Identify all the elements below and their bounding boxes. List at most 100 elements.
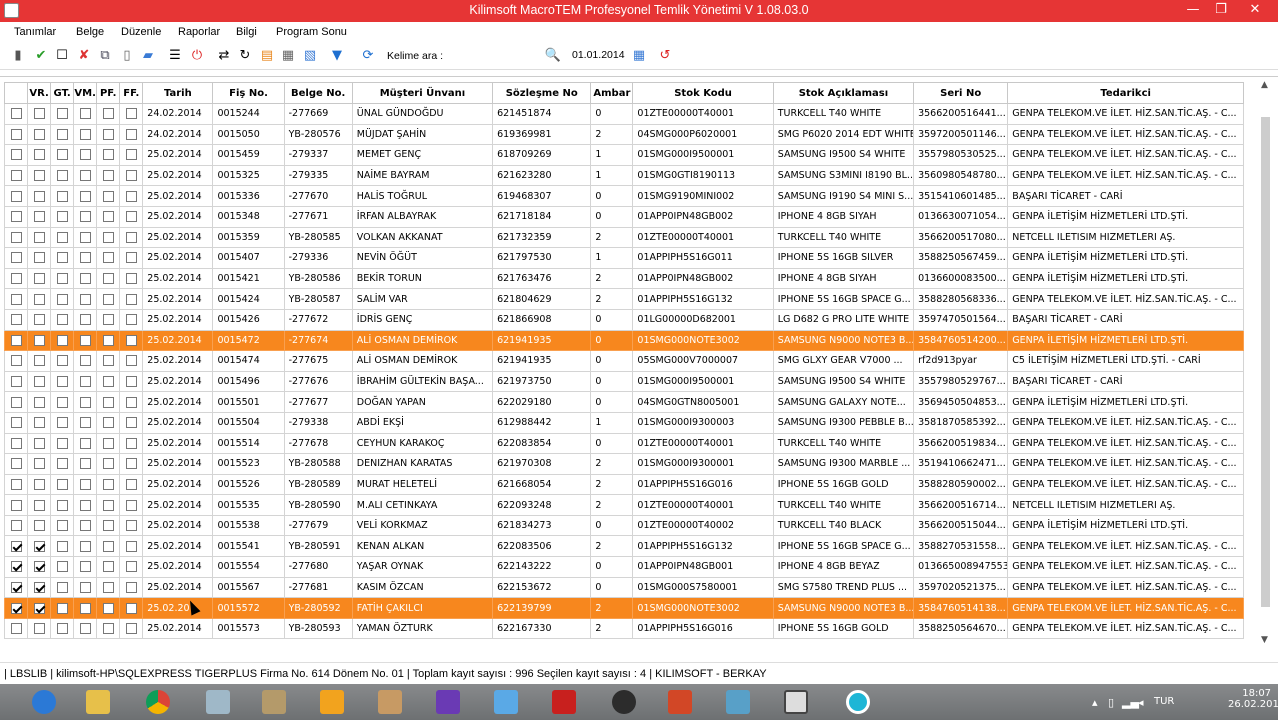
table-cell[interactable]: 0: [590, 556, 634, 578]
table-cell[interactable]: 2: [590, 473, 634, 496]
table-cell[interactable]: 0015572: [212, 597, 285, 619]
row-checkbox[interactable]: [79, 561, 91, 573]
table-row[interactable]: 25.02.2014 0015424 YB-280587 SALİM VAR 62180…: [3, 288, 1244, 310]
row-checkbox[interactable]: [79, 581, 91, 593]
table-cell[interactable]: 3597200501146...: [913, 123, 1009, 146]
row-checkbox[interactable]: [125, 293, 137, 305]
row-checkbox[interactable]: [125, 128, 137, 140]
table-cell[interactable]: -277674: [283, 329, 353, 352]
table-cell[interactable]: 25.02.2014: [142, 617, 214, 640]
table-cell[interactable]: -277680: [283, 556, 353, 578]
row-checkbox[interactable]: [125, 499, 137, 511]
scroll-thumb[interactable]: [1261, 117, 1270, 607]
table-row[interactable]: 25.02.2014 0015554 -277680 YAŞAR OYNAK 62214…: [3, 556, 1244, 578]
row-checkbox[interactable]: [56, 190, 68, 202]
row-checkbox[interactable]: [79, 252, 91, 264]
row-checkbox[interactable]: [33, 128, 45, 140]
row-checkbox[interactable]: [102, 540, 114, 552]
row-checkbox[interactable]: [79, 540, 91, 552]
transfer-icon[interactable]: ⇄: [216, 48, 232, 64]
row-checkbox[interactable]: [33, 478, 45, 490]
table-cell[interactable]: GENPA TELEKOM.VE İLET. HİZ.SAN.TİC.AŞ. -…: [1007, 617, 1244, 640]
row-checkbox[interactable]: [56, 149, 68, 161]
column-header[interactable]: Stok Açıklaması: [772, 82, 915, 104]
column-header[interactable]: Stok Kodu: [632, 82, 774, 104]
table-row[interactable]: 25.02.2014 0015359 YB-280585 VOLKAN AKKANAT…: [3, 226, 1244, 249]
row-checkbox[interactable]: [56, 231, 68, 243]
table-cell[interactable]: 0015504: [212, 411, 285, 434]
row-checkbox[interactable]: [125, 170, 137, 182]
table-cell[interactable]: 0015472: [212, 329, 285, 352]
row-checkbox[interactable]: [102, 108, 114, 120]
row-checkbox[interactable]: [56, 108, 68, 120]
table-cell[interactable]: TURKCELL T40 WHITE: [772, 494, 915, 516]
table-cell[interactable]: 612988442: [492, 411, 592, 434]
table-cell[interactable]: VOLKAN AKKANAT: [351, 226, 494, 249]
row-checkbox[interactable]: [125, 396, 137, 408]
row-checkbox[interactable]: [125, 561, 137, 573]
table-cell[interactable]: 0: [590, 432, 634, 455]
row-checkbox[interactable]: [79, 376, 91, 388]
table-cell[interactable]: 0015501: [212, 391, 285, 413]
table-cell[interactable]: 622083854: [492, 432, 592, 455]
row-checkbox[interactable]: [56, 355, 68, 367]
row-checkbox[interactable]: [56, 478, 68, 490]
menu-bilgi[interactable]: Bilgi: [236, 26, 257, 38]
row-checkbox[interactable]: [79, 334, 91, 346]
row-checkbox[interactable]: [102, 190, 114, 202]
row-checkbox[interactable]: [125, 190, 137, 202]
row-checkbox[interactable]: [79, 273, 91, 285]
table-cell[interactable]: SAMSUNG S3MINI I8190 BL...: [772, 164, 915, 187]
close-icon[interactable]: ✕: [1242, 1, 1268, 19]
menu-belge[interactable]: Belge: [76, 26, 104, 38]
table-cell[interactable]: -279338: [283, 411, 353, 434]
row-checkbox[interactable]: [125, 581, 137, 593]
table-cell[interactable]: 0: [590, 205, 634, 228]
table-cell[interactable]: YB-280591: [283, 535, 353, 558]
table-cell[interactable]: 621732359: [492, 226, 592, 249]
table-cell[interactable]: SAMSUNG I9300 MARBLE ...: [772, 453, 915, 475]
table-cell[interactable]: 0015359: [212, 226, 285, 249]
table-cell[interactable]: GENPA TELEKOM.VE İLET. HİZ.SAN.TİC.AŞ. -…: [1007, 103, 1244, 125]
row-checkbox[interactable]: [10, 149, 22, 161]
table-cell[interactable]: IPHONE 5S 16GB SPACE G...: [772, 535, 915, 558]
table-cell[interactable]: 3569450504853...: [913, 391, 1009, 413]
row-checkbox[interactable]: [33, 581, 45, 593]
row-checkbox[interactable]: [102, 211, 114, 223]
date-field[interactable]: 01.01.2014: [572, 47, 628, 66]
table-cell[interactable]: 621941935: [492, 350, 592, 372]
row-checkbox[interactable]: [102, 170, 114, 182]
table-cell[interactable]: 01LG00000D682001: [632, 308, 774, 331]
window-icon[interactable]: [772, 686, 820, 718]
row-checkbox[interactable]: [33, 437, 45, 449]
table-cell[interactable]: -277672: [283, 308, 353, 331]
row-checkbox[interactable]: [33, 540, 45, 552]
table-cell[interactable]: GENPA TELEKOM.VE İLET. HİZ.SAN.TİC.AŞ. -…: [1007, 411, 1244, 434]
calendar-icon[interactable]: ▦: [631, 48, 647, 64]
row-checkbox[interactable]: [102, 458, 114, 470]
table-cell[interactable]: 0015474: [212, 350, 285, 372]
row-checkbox[interactable]: [10, 211, 22, 223]
table-cell[interactable]: 05SMG000V7000007: [632, 350, 774, 372]
table-cell[interactable]: İBRAHİM GÜLTEKİN BAŞA...: [351, 370, 494, 393]
row-checkbox[interactable]: [10, 540, 22, 552]
row-checkbox[interactable]: [33, 458, 45, 470]
table-row[interactable]: 24.02.2014 0015244 -277669 ÜNAL GÜNDOĞDU 621…: [3, 103, 1244, 125]
table-cell[interactable]: LG D682 G PRO LITE WHITE: [772, 308, 915, 331]
row-checkbox[interactable]: [10, 581, 22, 593]
table-cell[interactable]: 0015526: [212, 473, 285, 496]
table-cell[interactable]: 622153672: [492, 576, 592, 599]
row-checkbox[interactable]: [33, 252, 45, 264]
table-cell[interactable]: 0: [590, 391, 634, 413]
table-cell[interactable]: YB-280586: [283, 267, 353, 290]
table-cell[interactable]: 25.02.2014: [142, 514, 214, 537]
table-row[interactable]: 25.02.2014 0015459 -279337 MEMET GENÇ 618709…: [3, 144, 1244, 166]
table-cell[interactable]: 618709269: [492, 144, 592, 166]
table-cell[interactable]: GENPA TELEKOM.VE İLET. HİZ.SAN.TİC.AŞ. -…: [1007, 432, 1244, 455]
table-cell[interactable]: 25.02.2014: [142, 308, 214, 331]
table-cell[interactable]: 621941935: [492, 329, 592, 352]
row-checkbox[interactable]: [125, 458, 137, 470]
row-checkbox[interactable]: [102, 437, 114, 449]
clock[interactable]: 18:07 26.02.2014: [1228, 688, 1278, 710]
column-header[interactable]: VM.: [73, 82, 98, 104]
